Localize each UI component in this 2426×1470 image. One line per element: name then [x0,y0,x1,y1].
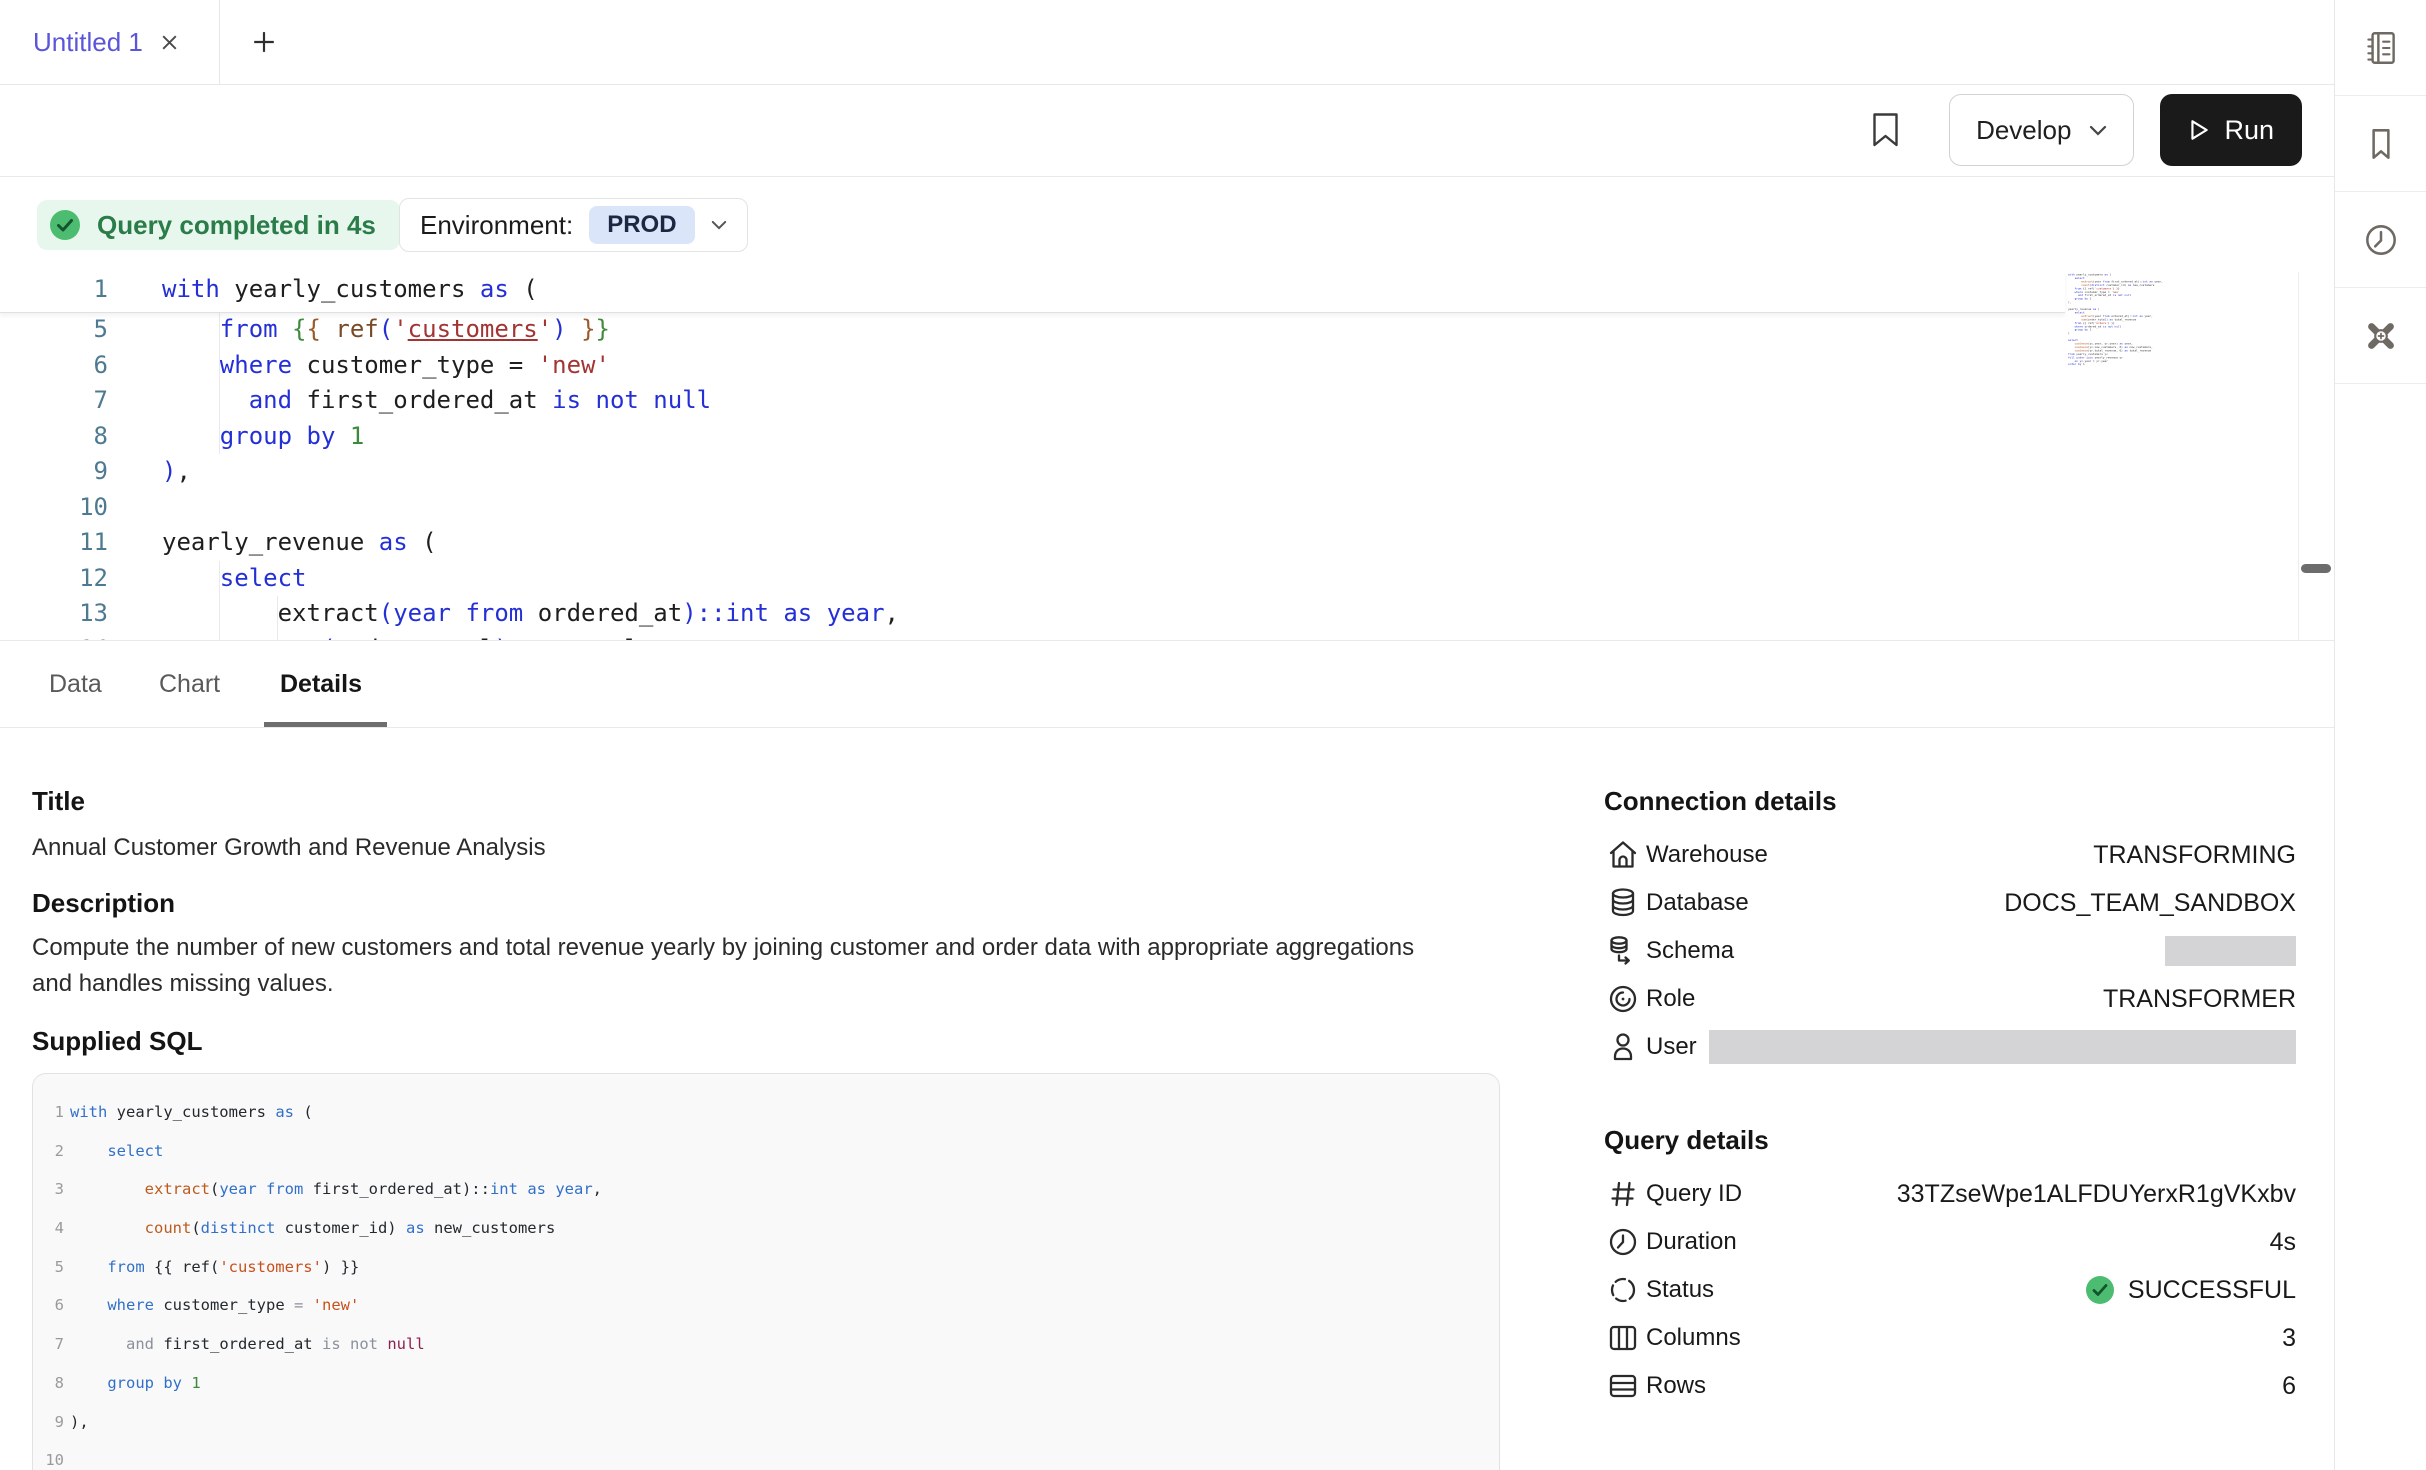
environment-selector[interactable]: Environment: PROD [399,198,748,252]
metadata-column: Connection details Warehouse TRANSFORMIN… [1604,728,2296,1410]
row-label: Duration [1646,1228,1737,1256]
query-row-id: Query ID 33TZseWpe1ALFDUYerxR1gVKxbv [1604,1170,2296,1218]
editor-toolbar: Develop Run [0,84,2334,177]
title-heading: Title [32,786,85,817]
row-value: TRANSFORMER [2103,985,2296,1014]
query-status-text: Query completed in 4s [97,210,376,241]
row-label: Database [1646,889,1749,917]
notebook-panel-button[interactable] [2335,0,2426,96]
role-icon [1604,980,1642,1018]
right-icon-sidebar [2334,0,2426,1470]
active-tab-underline [264,722,387,727]
close-tab-icon[interactable] [159,32,180,53]
results-tab-bar: Data Chart Details [0,640,2334,728]
query-status-badge: Query completed in 4s [37,200,400,250]
supplied-sql-heading: Supplied SQL [32,1026,202,1057]
new-tab-button[interactable] [242,0,286,84]
success-check-icon [2084,1274,2116,1306]
row-label: User [1646,1033,1697,1061]
chevron-down-icon [711,220,727,230]
schema-icon [1604,932,1642,970]
query-details-heading: Query details [1604,1125,2296,1156]
row-value: TRANSFORMING [2093,841,2296,870]
connection-row-database: Database DOCS_TEAM_SANDBOX [1604,879,2296,927]
check-circle-icon [47,207,83,243]
row-value: DOCS_TEAM_SANDBOX [2004,889,2296,918]
columns-icon [1604,1319,1642,1357]
row-label: Rows [1646,1372,1706,1400]
connection-row-role: Role TRANSFORMER [1604,975,2296,1023]
connection-details-list: Warehouse TRANSFORMING Database DOCS_TEA… [1604,831,2296,1071]
editor-scrollbar-thumb[interactable] [2301,564,2331,573]
editor-right-gutter [2298,272,2299,640]
row-value: 3 [2282,1324,2296,1353]
description-heading: Description [32,888,175,919]
schema-redacted-value [2165,936,2296,966]
user-icon [1604,1028,1642,1066]
row-label: Query ID [1646,1180,1742,1208]
history-clock-icon [2361,220,2401,260]
bookmark-icon [2361,124,2401,164]
status-spinner-icon [1604,1271,1642,1309]
query-row-rows: Rows 6 [1604,1362,2296,1410]
develop-mode-dropdown[interactable]: Develop [1949,94,2134,166]
row-value: 33TZseWpe1ALFDUYerxR1gVKxbv [1897,1180,2296,1209]
document-tab[interactable]: Untitled 1 [0,0,220,84]
connection-details-heading: Connection details [1604,786,2296,817]
description-value: Compute the number of new customers and … [32,930,1432,1002]
query-row-status: Status SUCCESSFUL [1604,1266,2296,1314]
database-icon [1604,884,1642,922]
connection-row-warehouse: Warehouse TRANSFORMING [1604,831,2296,879]
editor-lines: 5 from {{ ref('customers') }}6 where cus… [0,312,2334,640]
tab-data[interactable]: Data [49,641,102,727]
notebook-icon [2361,28,2401,68]
run-label: Run [2224,115,2274,146]
tab-chart[interactable]: Chart [159,641,220,727]
title-value: Annual Customer Growth and Revenue Analy… [32,830,546,866]
play-icon [2188,118,2210,142]
row-label: Columns [1646,1324,1741,1352]
bookmark-icon[interactable] [1872,112,1899,148]
document-tab-title: Untitled 1 [33,27,143,58]
warehouse-icon [1604,836,1642,874]
query-status-row: Query completed in 4s Environment: PROD [0,177,2334,272]
chevron-down-icon [2089,125,2107,136]
query-row-columns: Columns 3 [1604,1314,2296,1362]
sql-code-editor[interactable]: 5 from {{ ref('customers') }}6 where cus… [0,272,2334,640]
row-label: Schema [1646,937,1734,965]
connection-row-user: User [1604,1023,2296,1071]
user-redacted-value [1709,1030,2296,1064]
query-row-duration: Duration 4s [1604,1218,2296,1266]
query-details-list: Query ID 33TZseWpe1ALFDUYerxR1gVKxbv Dur… [1604,1170,2296,1410]
row-label: Role [1646,985,1695,1013]
editor-minimap[interactable]: with yearly_customers as ( select extrac… [2068,273,2180,385]
document-tab-bar: Untitled 1 [0,0,2334,85]
editor-sticky-line: 1with yearly_customers as ( [0,272,2065,313]
tab-details[interactable]: Details [280,641,362,727]
details-panel: Title Annual Customer Growth and Revenue… [0,728,2334,1470]
connection-row-schema: Schema [1604,927,2296,975]
bookmarks-panel-button[interactable] [2335,96,2426,192]
ai-assistant-button[interactable] [2335,288,2426,384]
row-value: 6 [2282,1372,2296,1401]
row-value: SUCCESSFUL [2128,1276,2296,1305]
supplied-sql-block: 1with yearly_customers as (2 select3 ext… [32,1073,1500,1470]
environment-value-badge: PROD [589,206,694,244]
row-value: 4s [2270,1228,2296,1257]
rows-icon [1604,1367,1642,1405]
environment-label: Environment: [420,210,573,241]
hash-icon [1604,1175,1642,1213]
history-panel-button[interactable] [2335,192,2426,288]
ai-sparkle-x-icon [2361,316,2401,356]
run-button[interactable]: Run [2160,94,2302,166]
plus-icon [252,30,276,54]
clock-icon [1604,1223,1642,1261]
develop-label: Develop [1976,115,2071,146]
sql-ide-window: Untitled 1 Develop Run [0,0,2426,1470]
row-label: Status [1646,1276,1714,1304]
row-label: Warehouse [1646,841,1768,869]
